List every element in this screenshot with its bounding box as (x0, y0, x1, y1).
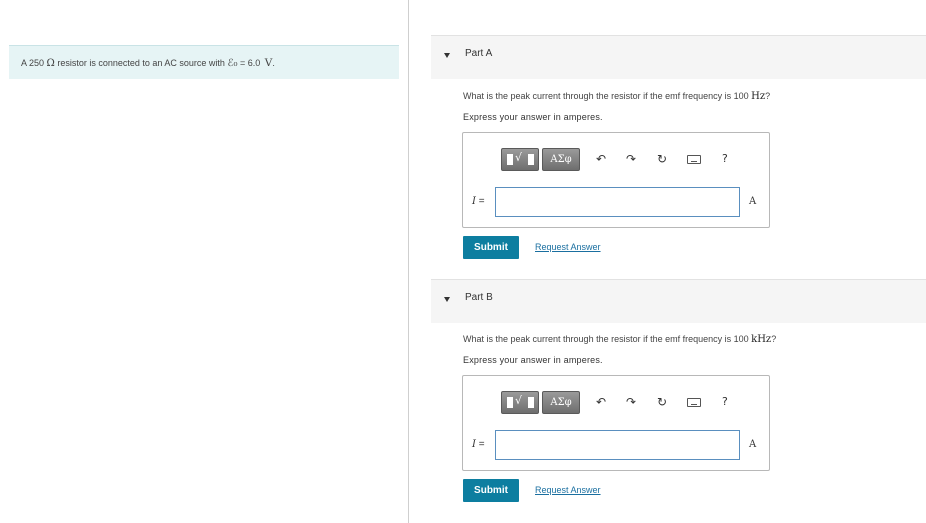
reset-icon[interactable]: ↻ (657, 395, 667, 409)
emf-symbol: ℰ₀ (227, 58, 238, 69)
part-b-answer-box: √ ΑΣφ ↶ ↷ ↻ ? I = A (462, 375, 770, 471)
part-b-request-answer-link[interactable]: Request Answer (535, 485, 601, 495)
template-box-icon (528, 154, 534, 165)
ampere-unit: A (749, 439, 757, 450)
radical-icon: √ (515, 394, 523, 407)
template-box-icon (507, 154, 513, 165)
collapse-triangle-icon[interactable] (444, 297, 450, 302)
problem-text-end: . (272, 58, 275, 68)
question-end: ? (765, 91, 771, 101)
column-divider (408, 0, 409, 523)
question-text: What is the peak current through the res… (463, 334, 752, 344)
part-a-answer-box: √ ΑΣφ ↶ ↷ ↻ ? I = A (462, 132, 770, 228)
help-icon[interactable]: ? (722, 395, 728, 409)
greek-symbols-button[interactable]: ΑΣφ (542, 391, 580, 414)
keyboard-icon[interactable] (687, 398, 701, 407)
reset-icon[interactable]: ↻ (657, 152, 667, 166)
templates-button[interactable]: √ (501, 391, 539, 414)
part-b-header[interactable]: Part B (431, 279, 926, 323)
part-b-instruction: Express your answer in amperes. (463, 355, 603, 365)
part-a-request-answer-link[interactable]: Request Answer (535, 242, 601, 252)
radical-icon: √ (515, 151, 523, 164)
variable-label: I = (472, 439, 485, 450)
template-box-icon (528, 397, 534, 408)
part-b-question: What is the peak current through the res… (463, 334, 776, 345)
problem-text-equals: = 6.0 (237, 58, 263, 68)
problem-text-mid: resistor is connected to an AC source wi… (54, 58, 228, 68)
variable-label: I = (472, 196, 485, 207)
part-a-instruction: Express your answer in amperes. (463, 112, 603, 122)
part-b-submit-button[interactable]: Submit (463, 479, 519, 502)
problem-statement: A 250 Ω resistor is connected to an AC s… (9, 45, 399, 79)
part-a-submit-button[interactable]: Submit (463, 236, 519, 259)
help-icon[interactable]: ? (722, 152, 728, 166)
greek-symbols-button[interactable]: ΑΣφ (542, 148, 580, 171)
part-b-title: Part B (465, 292, 493, 303)
redo-icon[interactable]: ↷ (626, 395, 636, 409)
equals-sign: = (475, 196, 485, 207)
undo-icon[interactable]: ↶ (596, 152, 606, 166)
equals-sign: = (475, 439, 485, 450)
templates-button[interactable]: √ (501, 148, 539, 171)
part-a-answer-input[interactable] (495, 187, 740, 217)
ampere-unit: A (749, 196, 757, 207)
redo-icon[interactable]: ↷ (626, 152, 636, 166)
collapse-triangle-icon[interactable] (444, 53, 450, 58)
question-end: ? (771, 334, 777, 344)
part-a-question: What is the peak current through the res… (463, 91, 770, 102)
frequency-unit: Hz (751, 91, 766, 102)
problem-text-prefix: A 250 (21, 58, 45, 68)
frequency-unit: kHz (751, 334, 772, 345)
part-a-header[interactable]: Part A (431, 35, 926, 79)
part-a-title: Part A (465, 48, 493, 59)
template-box-icon (507, 397, 513, 408)
keyboard-icon[interactable] (687, 155, 701, 164)
part-b-answer-input[interactable] (495, 430, 740, 460)
ohm-symbol: Ω (46, 58, 55, 69)
question-text: What is the peak current through the res… (463, 91, 752, 101)
undo-icon[interactable]: ↶ (596, 395, 606, 409)
